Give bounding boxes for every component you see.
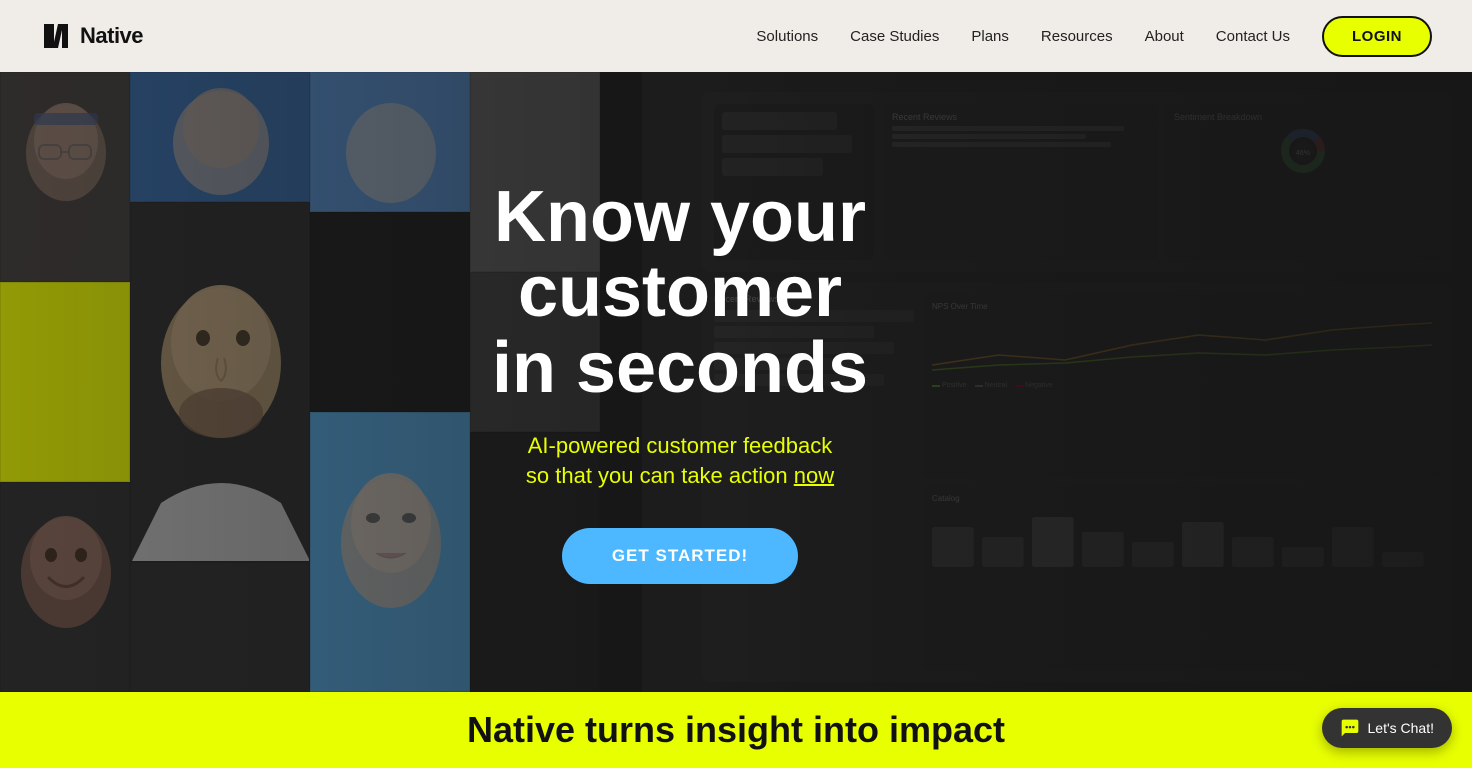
face-svg-smile — [1, 483, 130, 692]
hero-section: Recent Reviews Sentiment Breakdown — [0, 72, 1472, 692]
hero-title-line2: in seconds — [492, 328, 868, 408]
logo-icon — [40, 20, 72, 52]
get-started-button[interactable]: GET STARTED! — [562, 528, 798, 584]
sidebar-digital-twins — [722, 135, 852, 153]
collage-tile-12 — [130, 562, 310, 692]
nav-case-studies[interactable]: Case Studies — [850, 28, 939, 45]
chart-area: NPS Over Time Positive — [924, 294, 1440, 670]
chat-label: Let's Chat! — [1368, 720, 1435, 736]
reviews-title: Recent Reviews — [892, 112, 1150, 122]
collage-tile-yellow — [0, 282, 130, 482]
hero-subtitle-line1: AI-powered customer feedback — [528, 433, 833, 458]
bottom-banner: Native turns insight into impact — [0, 692, 1472, 768]
collage-tile-main — [130, 202, 310, 562]
bottom-banner-text: Native turns insight into impact — [467, 709, 1005, 751]
logo-text: Native — [80, 23, 143, 49]
logo[interactable]: Native — [40, 20, 143, 52]
legend-negative-dot — [1015, 385, 1023, 387]
sentiment-card: Sentiment Breakdown 46% — [1166, 104, 1440, 260]
chat-icon — [1340, 718, 1360, 738]
collage-tile-1 — [0, 72, 130, 282]
hero-content: Know your customer in seconds AI-powered… — [380, 160, 980, 604]
chart-legend: Positive Neutral Negative — [932, 382, 1432, 389]
nav: Solutions Case Studies Plans Resources A… — [756, 16, 1432, 57]
collage-tile-2 — [130, 72, 310, 202]
svg-text:46%: 46% — [1296, 150, 1310, 157]
nps-line-chart — [932, 315, 1432, 375]
nav-contact[interactable]: Contact Us — [1216, 28, 1290, 45]
bar-chart-title: Catalog — [932, 494, 1432, 503]
sentiment-donut: 46% — [1278, 126, 1328, 176]
hero-subtitle: AI-powered customer feedback so that you… — [400, 431, 960, 493]
sidebar-conversation — [722, 112, 837, 130]
login-button[interactable]: LOGIN — [1322, 16, 1432, 57]
face-svg-1 — [1, 73, 130, 282]
nav-plans[interactable]: Plans — [971, 28, 1009, 45]
nps-chart: NPS Over Time Positive — [924, 294, 1440, 478]
review-line-3 — [892, 142, 1111, 147]
nps-chart-title: NPS Over Time — [932, 302, 1432, 311]
face-svg-main — [131, 203, 310, 562]
bar-chart-panel: Catalog — [924, 486, 1440, 670]
header: Native Solutions Case Studies Plans Reso… — [0, 0, 1472, 72]
review-line-1 — [892, 126, 1124, 131]
nav-about[interactable]: About — [1145, 28, 1184, 45]
review-line-2 — [892, 134, 1086, 139]
chat-bubble[interactable]: Let's Chat! — [1322, 708, 1453, 748]
face-svg-2 — [131, 73, 310, 202]
hero-title: Know your customer in seconds — [400, 180, 960, 407]
hero-title-line1: Know your customer — [494, 177, 866, 333]
nav-resources[interactable]: Resources — [1041, 28, 1113, 45]
legend-negative: Negative — [1015, 382, 1053, 389]
catalog-bar-chart — [932, 507, 1432, 567]
sentiment-title: Sentiment Breakdown — [1174, 112, 1432, 122]
hero-subtitle-line2: so that you can take action — [526, 463, 788, 488]
collage-tile-smile — [0, 482, 130, 692]
hero-subtitle-now: now — [794, 463, 834, 488]
nav-solutions[interactable]: Solutions — [756, 28, 818, 45]
